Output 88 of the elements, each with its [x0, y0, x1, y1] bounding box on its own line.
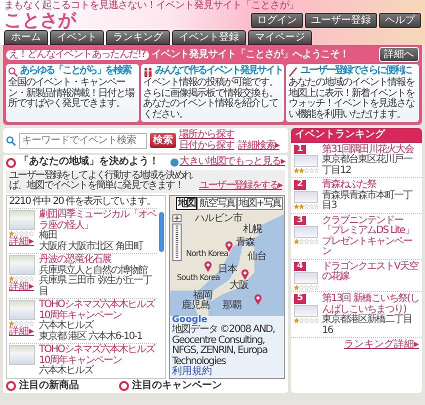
section-title: 注目のキャンペーン	[132, 380, 222, 392]
circle-bullet-icon	[6, 158, 16, 168]
details-link[interactable]: 詳細▸	[9, 282, 34, 293]
nav-tab[interactable]: ランキング	[106, 30, 170, 46]
address-text: 東京都台東区花川戸一丁目12	[322, 155, 414, 176]
nav-tab[interactable]: マイページ	[248, 30, 312, 46]
people-icon	[142, 67, 153, 78]
speech-bubble: え！どんなイベントあったんだ!?	[6, 50, 149, 60]
register-link[interactable]: ユーザー登録をする▸	[198, 181, 282, 192]
address-text: 兵庫県 三田市 弥生が丘一丁目	[39, 276, 153, 298]
event-title[interactable]: TOHOシネマズ六本木ヒルズ 10周年キャンペーン	[39, 300, 157, 322]
details-link[interactable]: 詳細▸	[9, 327, 34, 338]
account-button[interactable]: ヘルプ	[379, 13, 421, 28]
feature-title: あらゆる「ことがら」を検索	[20, 66, 130, 77]
map-logo: Google	[172, 316, 208, 325]
section-title: 「あなたの地域」を決めよう！	[19, 157, 159, 168]
map-pin-icon[interactable]	[240, 268, 249, 280]
event-title[interactable]: 丹波の恐竜化石展	[39, 255, 157, 266]
venue-text: 梅田	[39, 231, 57, 242]
venue-text: 兵庫県立人と自然の博物館	[39, 266, 148, 276]
ranking-title: イベントランキング	[291, 128, 422, 143]
event-title[interactable]: クラブニンテンドー「プレミアムDS Lite」プレゼントキャンペーン	[322, 216, 419, 258]
zoom-control[interactable]	[172, 214, 182, 264]
circle-bullet-icon	[119, 381, 129, 392]
feature-text: あなたの地域のイベント情報を地図上に表示！新着イベントをウォッチ！イベントを見逃さない機能を利用いただけます。	[288, 78, 416, 120]
place-label: 鹿児島	[181, 301, 210, 312]
feature-text: 全国のイベント・キャンペーン・新製品情報満載！日付と場所ですばやく発見できます。	[8, 78, 136, 110]
place-label: North Korea	[186, 250, 228, 259]
magnifier-icon	[8, 67, 18, 78]
site-logo[interactable]: ことさが	[4, 12, 76, 30]
nav-tab[interactable]: イベント	[50, 30, 104, 46]
map[interactable]: 地図 航空写真 地図+写真 ハルビン市 札幌 青森 North Korea 仙台 日本 South Korea 大阪 福岡 鹿児島 那覇 Google 地図データ ©2008 AND, Geocentre Consulting, NFGS, ZENRIN, Europa Technologies 利用規約	[169, 194, 285, 379]
map-type-button[interactable]: 地図+写真	[236, 196, 283, 210]
event-title[interactable]: 劇団四季ミュージカル「オペラ座の怪人」	[39, 210, 157, 232]
search-link[interactable]: 場所から探す	[179, 130, 234, 141]
notice-text: ユーザー登録をしてよく行動する地域を決めれば、地図でイベントを簡単に発見できます！	[9, 170, 194, 192]
place-label: 札幌	[242, 225, 262, 236]
thumbnail-image	[294, 190, 318, 203]
event-title[interactable]: 青森ねぶた祭	[322, 180, 419, 191]
venue-text: 六本木ヒルズ	[39, 321, 94, 332]
thumbnail-image	[294, 155, 318, 168]
place-label: 日本	[218, 265, 237, 276]
tagline: まもなく起こるコトを見逃さない！イベント発見サイト「ことさが」	[4, 1, 300, 12]
terms-link[interactable]: 利用規約	[172, 367, 212, 378]
result-count: 2210 件中 20 件を表示しています。	[9, 196, 157, 208]
search-field[interactable]: キーワードでイベント検索	[19, 132, 147, 149]
map-attribution: 地図データ ©2008 AND, Geocentre Consulting, NFGS, ZENRIN, Europa Technologies	[172, 325, 276, 367]
pen-icon	[288, 67, 298, 78]
nav-tab[interactable]: ホーム	[4, 30, 48, 46]
place-label: 大阪	[229, 281, 248, 292]
thumbnail-image	[294, 226, 318, 238]
globe-icon	[170, 158, 179, 168]
map-pin-icon[interactable]	[254, 294, 262, 306]
address-text: 青森県青森市本町一丁目3	[322, 190, 414, 212]
address-text: 東京都 港区 六本木6-10-1	[39, 332, 144, 342]
map-pin-icon[interactable]	[204, 261, 212, 272]
search-button[interactable]: 検索	[150, 133, 176, 148]
place-label: 那覇	[222, 301, 242, 312]
search-link[interactable]: 日付から探す	[179, 140, 234, 152]
ranking-details-link[interactable]: ランキング詳細▸	[344, 340, 422, 351]
thumbnail-image	[294, 304, 318, 317]
map-type-button[interactable]: 航空写真	[197, 196, 237, 210]
place-label: 仙台	[248, 252, 267, 263]
welcome-title: イベント発見サイト「ことさが」へようこそ！	[152, 50, 350, 60]
feature-title: みんなで作るイベント発見サイト	[154, 66, 282, 76]
search-link[interactable]: 詳細検索▸	[238, 140, 280, 152]
place-label: 青森	[236, 238, 256, 248]
large-map-link[interactable]: 大きい地図でもっと見る▸	[180, 157, 285, 168]
place-label: ハルビン市	[195, 214, 243, 225]
account-button[interactable]: ログイン	[251, 13, 303, 28]
event-title[interactable]: TOHOシネマズ六本木ヒルズ10周年キャンペーン	[39, 345, 157, 366]
address-text: 東京都港区新橋二丁目16	[322, 315, 413, 336]
details-button[interactable]: 詳細へ	[379, 47, 419, 62]
scrollbar[interactable]	[159, 212, 164, 252]
nav-tab[interactable]: イベント登録	[172, 30, 246, 46]
details-link[interactable]: 詳細▸	[9, 237, 34, 248]
section-title: 注目の新商品	[19, 380, 79, 392]
address-text: 大阪府 大阪市北区 角田町	[39, 242, 144, 252]
circle-bullet-icon	[6, 381, 16, 392]
venue-text: 六本木ヒルズ	[39, 366, 94, 377]
feature-title: ユーザー登録でさらに便利に	[300, 66, 411, 76]
event-title[interactable]: ドラゴンクエストV天空の花嫁	[322, 262, 419, 283]
thumbnail-image	[294, 272, 318, 284]
feature-text: イベント情報の投稿が可能です。さらに画像掲示板で情報交換も。あなたのイベント情報を紹介してください。	[142, 78, 279, 120]
place-label: 福岡	[192, 290, 212, 301]
account-button[interactable]: ユーザー登録	[305, 13, 377, 28]
search-icon	[6, 136, 16, 146]
place-label: South Korea	[176, 274, 220, 283]
